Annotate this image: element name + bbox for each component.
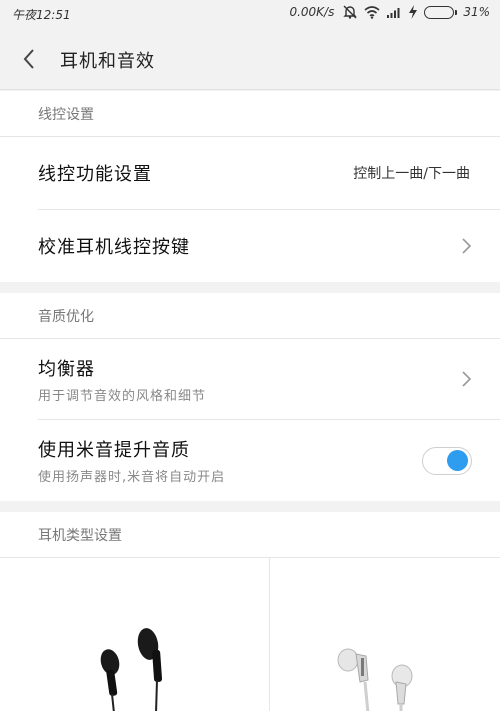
network-speed: 0.00K/s (289, 5, 335, 19)
mi-sound-toggle[interactable] (422, 446, 472, 475)
white-in-ear-earphones-icon (337, 648, 412, 711)
row-title: 线控功能设置 (38, 164, 152, 185)
status-bar: 午夜12:51 0.00K/s 31% (0, 0, 500, 28)
chevron-right-icon (462, 238, 472, 254)
section-wire-control: 线控设置 线控功能设置 控制上一曲/下一曲 校准耳机线控按键 (0, 91, 500, 282)
section-header-sound-quality: 音质优化 (0, 293, 500, 339)
page-title: 耳机和音效 (60, 51, 155, 72)
wire-control-function-row[interactable]: 线控功能设置 控制上一曲/下一曲 (38, 137, 500, 210)
earphone-option-in-ear[interactable] (268, 558, 500, 711)
charging-bolt-icon (408, 5, 418, 19)
earphone-option-earbuds[interactable] (38, 558, 269, 711)
battery-icon (424, 5, 458, 19)
equalizer-row[interactable]: 均衡器 用于调节音效的风格和细节 (38, 339, 500, 420)
mi-sound-row: 使用米音提升音质 使用扬声器时,米音将自动开启 (38, 420, 500, 501)
calibrate-earphone-keys-row[interactable]: 校准耳机线控按键 (38, 210, 500, 282)
section-header-wire-control: 线控设置 (0, 91, 500, 137)
signal-icon (386, 5, 402, 19)
section-earphone-type: 耳机类型设置 (0, 512, 500, 711)
toggle-knob (447, 449, 468, 471)
status-icons: 0.00K/s 31% (289, 5, 490, 19)
row-title: 均衡器 (38, 358, 95, 380)
mute-bell-icon (342, 5, 358, 19)
row-subtitle: 用于调节音效的风格和细节 (38, 388, 207, 404)
black-earbuds-icon (100, 628, 163, 711)
row-value: 控制上一曲/下一曲 (353, 166, 470, 182)
title-bar: 耳机和音效 (0, 28, 500, 90)
earphone-type-grid (38, 558, 500, 711)
wifi-icon (364, 5, 380, 19)
back-button[interactable] (14, 44, 44, 74)
row-title: 校准耳机线控按键 (38, 237, 190, 258)
section-header-earphone-type: 耳机类型设置 (0, 512, 500, 558)
battery-percent: 31% (463, 5, 490, 19)
status-time: 午夜12:51 (12, 8, 71, 22)
chevron-left-icon (23, 49, 34, 69)
section-sound-quality: 音质优化 均衡器 用于调节音效的风格和细节 使用米音提升音质 使用扬声器时,米音… (0, 293, 500, 501)
chevron-right-icon (462, 371, 472, 387)
